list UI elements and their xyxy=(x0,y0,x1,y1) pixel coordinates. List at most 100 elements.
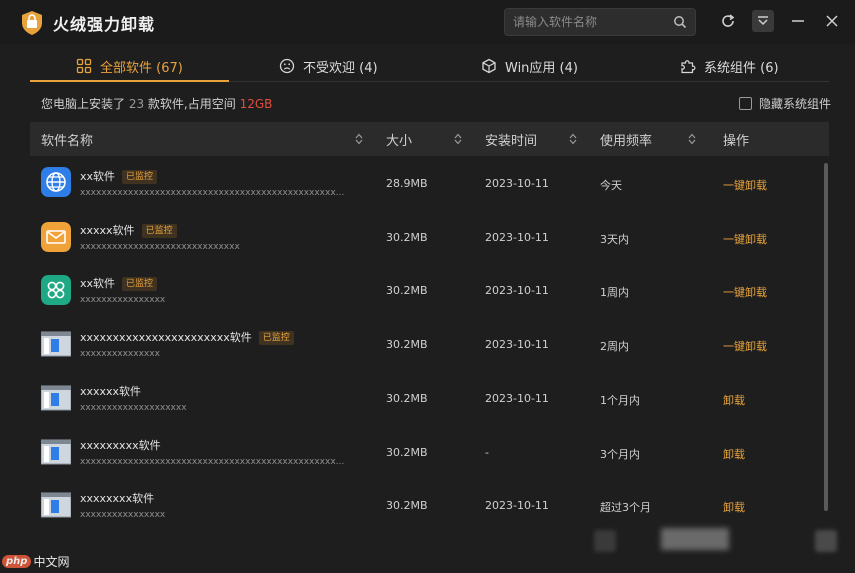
menu-button[interactable] xyxy=(752,10,774,32)
monitored-badge: 已监控 xyxy=(141,223,177,238)
monitored-badge: 已监控 xyxy=(122,170,158,184)
hide-system-checkbox[interactable] xyxy=(739,97,752,110)
tab-all-software[interactable]: 全部软件 (67) xyxy=(76,50,183,82)
monitored-badge: 已监控 xyxy=(258,331,294,346)
software-name: xxxxx软件 已监控 xyxy=(80,222,177,238)
software-publisher: xxxxxxxxxxxxxxxxxxxxxxxxxxxxxxxxxxxxxxxx… xyxy=(80,456,345,467)
install-date: - xyxy=(485,445,489,459)
table-row[interactable]: xxxxxx软件 xxxxxxxxxxxxxxxxxxxx 30.2MB 202… xyxy=(30,371,820,425)
tab-label: 系统组件 (6) xyxy=(704,60,779,76)
software-name: xx软件 已监控 xyxy=(80,275,158,292)
table-row[interactable]: xxxxxxxxxxxxxxxxxxxxxxx软件 已监控 xxxxxxxxxxx… xyxy=(30,317,820,371)
uninstall-link[interactable]: 一键卸载 xyxy=(723,284,767,300)
menu-icon xyxy=(758,16,768,26)
tab-label: 不受欢迎 (4) xyxy=(303,60,378,76)
column-header-frequency[interactable]: 使用频率 xyxy=(600,122,652,156)
blurred-region xyxy=(594,530,616,552)
cube-icon xyxy=(482,58,496,74)
software-name-text: xx软件 xyxy=(80,277,116,291)
table-row[interactable]: xxxxxxxx软件 xxxxxxxxxxxxxxxx 30.2MB 2023-… xyxy=(30,478,820,532)
sort-icon[interactable] xyxy=(569,133,577,145)
column-header-size[interactable]: 大小 xyxy=(386,122,412,156)
active-tab-indicator xyxy=(30,80,229,82)
usage-frequency: 1周内 xyxy=(600,286,629,300)
usage-frequency: 今天 xyxy=(600,179,622,192)
software-name: xxxxxx软件 xyxy=(80,383,141,399)
blurred-region xyxy=(815,530,837,552)
software-publisher: xxxxxxxxxxxxxxxxxxxx xyxy=(80,402,187,413)
table-row[interactable]: xx软件 已监控 xxxxxxxxxxxxxxxx 30.2MB 2023-10-… xyxy=(30,263,820,317)
software-publisher: xxxxxxxxxxxxxxxxxxxxxxxxxxxxxx xyxy=(80,241,240,252)
close-icon xyxy=(826,15,838,27)
sort-icon[interactable] xyxy=(454,133,462,145)
summary-size: 12GB xyxy=(239,97,273,111)
software-publisher: xxxxxxxxxxxxxxxx xyxy=(80,295,166,306)
vertical-scrollbar[interactable] xyxy=(824,163,828,511)
table-row[interactable]: xxxxxxxxx软件 xxxxxxxxxxxxxxxxxxxxxxxxxxxx… xyxy=(30,425,820,479)
install-date: 2023-10-11 xyxy=(485,177,549,190)
title-bar: 火绒强力卸载 xyxy=(0,0,855,44)
tab-system-components[interactable]: 系统组件 (6) xyxy=(680,50,779,82)
search-icon[interactable] xyxy=(673,15,687,29)
puzzle-icon xyxy=(681,60,696,74)
install-date: 2023-10-11 xyxy=(485,284,549,298)
software-size: 30.2MB xyxy=(386,391,428,405)
hide-system-toggle[interactable]: 隐藏系统组件 xyxy=(739,95,831,112)
refresh-button[interactable] xyxy=(717,10,739,32)
install-date: 2023-10-11 xyxy=(485,499,549,513)
frown-icon xyxy=(279,58,295,74)
window-icon xyxy=(41,492,71,518)
uninstall-link[interactable]: 一键卸载 xyxy=(723,177,767,193)
apps-icon xyxy=(41,275,71,306)
grid-icon xyxy=(76,58,92,74)
usage-frequency: 超过3个月 xyxy=(600,501,651,515)
tab-label: 全部软件 (67) xyxy=(100,60,183,76)
table-row[interactable]: xx软件 已监控 xxxxxxxxxxxxxxxxxxxxxxxxxxxxxxxx… xyxy=(30,156,820,210)
close-button[interactable] xyxy=(821,10,843,32)
search-input[interactable] xyxy=(513,9,668,35)
app-title: 火绒强力卸载 xyxy=(53,15,156,34)
software-name-text: xxxxxx软件 xyxy=(80,384,142,398)
usage-frequency: 3个月内 xyxy=(600,447,640,461)
software-publisher: xxxxxxxxxxxxxxxxxxxxxxxxxxxxxxxxxxxxxxxx… xyxy=(80,188,345,198)
window-icon xyxy=(41,385,71,411)
software-name: xxxxxxxxxxxxxxxxxxxxxxx软件 已监控 xyxy=(80,329,294,346)
uninstall-link[interactable]: 卸载 xyxy=(723,392,745,408)
search-box[interactable] xyxy=(504,8,696,36)
software-name: xxxxxxxxx软件 xyxy=(80,437,161,453)
refresh-icon xyxy=(722,14,735,27)
blurred-region xyxy=(661,528,729,550)
software-name: xxxxxxxx软件 xyxy=(80,490,154,506)
software-name-text: xxxxxxxxx软件 xyxy=(80,438,161,452)
globe-icon xyxy=(41,167,71,197)
tab-bar: 全部软件 (67) 不受欢迎 (4) Win应用 (4) 系统组件 (6) xyxy=(30,50,829,82)
software-size: 30.2MB xyxy=(386,499,428,513)
usage-frequency: 2周内 xyxy=(600,340,629,354)
uninstall-link[interactable]: 一键卸载 xyxy=(723,338,767,354)
uninstall-link[interactable]: 一键卸载 xyxy=(723,231,767,247)
tab-win-apps[interactable]: Win应用 (4) xyxy=(481,50,578,82)
sort-icon[interactable] xyxy=(355,133,363,145)
software-size: 30.2MB xyxy=(386,445,428,459)
column-header-action: 操作 xyxy=(723,133,750,149)
software-size: 30.2MB xyxy=(386,230,428,244)
column-header-name[interactable]: 软件名称 xyxy=(41,122,93,156)
install-summary: 您电脑上安装了 23 款软件,占用空间 12GB xyxy=(41,95,272,112)
tab-label: Win应用 (4) xyxy=(505,60,578,76)
summary-middle: 款软件,占用空间 xyxy=(144,97,240,111)
summary-count: 23 xyxy=(128,97,145,111)
sort-icon[interactable] xyxy=(688,133,696,145)
software-name-text: xx软件 xyxy=(80,170,116,183)
column-header-install-date[interactable]: 安装时间 xyxy=(485,122,537,156)
software-publisher: xxxxxxxxxxxxxxxx xyxy=(80,510,166,521)
uninstall-link[interactable]: 卸载 xyxy=(723,499,745,515)
table-row[interactable]: xxxxx软件 已监控 xxxxxxxxxxxxxxxxxxxxxxxxxxxxx… xyxy=(30,210,820,264)
minimize-button[interactable] xyxy=(787,10,809,32)
uninstall-link[interactable]: 卸载 xyxy=(723,446,745,462)
tab-unwanted[interactable]: 不受欢迎 (4) xyxy=(279,50,378,82)
software-size: 30.2MB xyxy=(386,284,428,298)
monitored-badge: 已监控 xyxy=(122,277,158,292)
usage-frequency: 3天内 xyxy=(600,232,629,246)
window-icon xyxy=(41,439,71,464)
watermark-text: 中文网 xyxy=(33,555,70,569)
